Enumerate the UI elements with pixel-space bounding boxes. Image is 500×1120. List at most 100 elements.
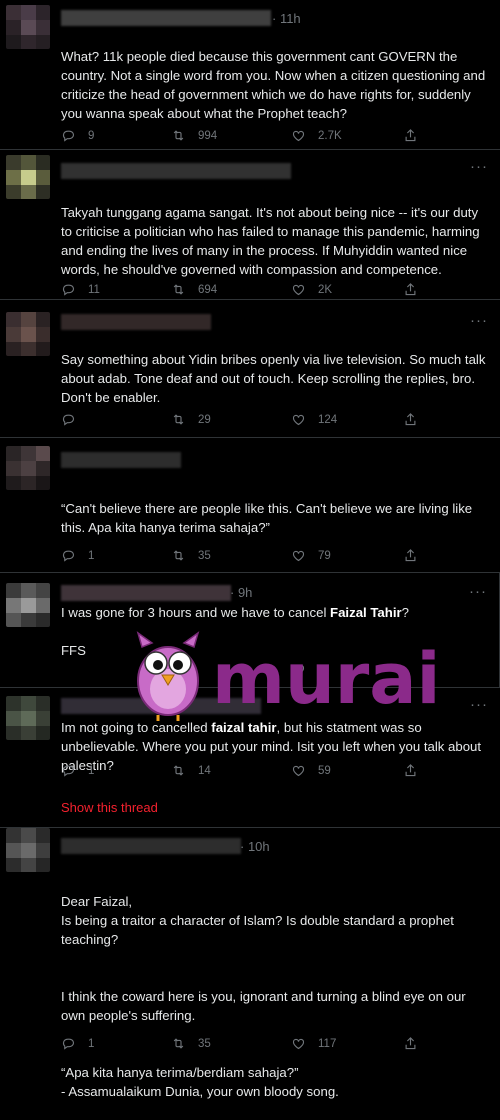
tweet-actions: 29 124 <box>61 412 441 430</box>
tweet-actions: 9 994 2.7K <box>61 128 441 146</box>
reply-button[interactable]: 9 <box>61 128 94 143</box>
retweet-icon <box>171 412 186 427</box>
avatar[interactable] <box>6 312 50 356</box>
like-icon <box>291 763 306 778</box>
like-button[interactable]: 59 <box>291 763 331 778</box>
retweet-icon <box>171 1036 186 1051</box>
author-name[interactable] <box>61 838 241 854</box>
show-thread-link[interactable]: Show this thread <box>61 800 158 815</box>
tweet-paragraph: I think the coward here is you, ignorant… <box>61 989 466 1023</box>
tweet[interactable]: · 10h Dear Faizal, Is being a traitor a … <box>0 828 500 1099</box>
retweet-button[interactable]: 694 <box>171 282 217 297</box>
like-button[interactable]: 124 <box>291 412 337 427</box>
like-button[interactable]: 2.7K <box>291 128 342 143</box>
like-button[interactable]: 117 <box>291 1036 336 1051</box>
tweet-time[interactable]: · 10h <box>240 839 270 854</box>
tweet-time[interactable]: · 11h <box>272 11 301 26</box>
mention-highlight: faizal tahir <box>211 720 277 735</box>
tweet-paragraph: Takyah tunggang agama sangat. It's not a… <box>61 205 480 277</box>
share-icon <box>403 128 418 143</box>
share-button[interactable] <box>403 128 430 143</box>
more-icon[interactable]: ··· <box>469 583 487 600</box>
more-icon[interactable]: ··· <box>470 158 488 175</box>
retweet-button[interactable]: 994 <box>171 128 217 143</box>
reply-icon <box>61 412 76 427</box>
reply-count: 9 <box>88 129 95 142</box>
tweet[interactable]: ··· Say something about Yidin bribes ope… <box>0 300 500 438</box>
retweet-count: 29 <box>198 413 211 426</box>
like-icon <box>291 548 306 563</box>
reply-icon <box>61 548 76 563</box>
share-icon <box>403 282 418 297</box>
like-button[interactable]: 2K <box>291 282 332 297</box>
tweet-text: “Can't believe there are people like thi… <box>61 499 491 537</box>
retweet-icon <box>171 128 186 143</box>
tweet-paragraph: “Apa kita hanya terima/berdiam sahaja?” … <box>61 1065 339 1099</box>
tweet-actions: 11 694 2K <box>61 282 441 300</box>
more-icon[interactable]: ··· <box>470 696 488 713</box>
reply-button[interactable]: 11 <box>61 282 100 297</box>
retweet-icon <box>171 282 186 297</box>
reply-button[interactable]: 1 <box>61 1036 94 1051</box>
like-count: 2K <box>318 283 333 296</box>
retweet-count: 994 <box>198 129 218 142</box>
avatar[interactable] <box>6 583 50 627</box>
author-name[interactable] <box>61 314 211 330</box>
share-button[interactable] <box>403 282 430 297</box>
tweet-text: Dear Faizal, Is being a traitor a charac… <box>61 873 491 1120</box>
share-button[interactable] <box>403 412 430 427</box>
author-name[interactable] <box>61 585 231 601</box>
more-icon[interactable]: ··· <box>470 312 488 329</box>
retweet-count: 14 <box>198 764 211 777</box>
murai-watermark-logo: murai <box>136 631 440 721</box>
like-button[interactable]: 79 <box>291 548 331 563</box>
reply-button[interactable]: 1 <box>61 548 94 563</box>
avatar[interactable] <box>6 696 50 740</box>
avatar[interactable] <box>6 828 50 872</box>
tweet-time[interactable]: · 9h <box>230 585 252 600</box>
retweet-button[interactable]: 35 <box>171 548 211 563</box>
tweet-text: Takyah tunggang agama sangat. It's not a… <box>61 203 491 279</box>
tweet-paragraph: Say something about Yidin bribes openly … <box>61 352 486 405</box>
tweet-text: What? 11k people died because this gover… <box>61 47 491 123</box>
share-button[interactable] <box>403 1036 430 1051</box>
retweet-button[interactable]: 14 <box>171 763 211 778</box>
like-icon <box>291 412 306 427</box>
reply-button[interactable] <box>61 412 88 427</box>
tweet-paragraph: What? 11k people died because this gover… <box>61 49 486 121</box>
share-icon <box>403 763 418 778</box>
tweet[interactable]: “Can't believe there are people like thi… <box>0 438 500 573</box>
like-icon <box>291 128 306 143</box>
retweet-count: 35 <box>198 549 211 562</box>
bird-icon <box>136 631 200 721</box>
reply-icon <box>61 1036 76 1051</box>
reply-button[interactable]: 1 <box>61 763 94 778</box>
retweet-button[interactable]: 29 <box>171 412 211 427</box>
like-count: 79 <box>318 549 331 562</box>
tweet[interactable]: · 11h What? 11k people died because this… <box>0 0 500 150</box>
author-name[interactable] <box>61 452 181 468</box>
like-icon <box>291 282 306 297</box>
share-icon <box>403 412 418 427</box>
avatar[interactable] <box>6 155 50 199</box>
retweet-button[interactable]: 35 <box>171 1036 211 1051</box>
reply-icon <box>61 763 76 778</box>
mention-highlight: Faizal Tahir <box>330 605 402 620</box>
like-count: 2.7K <box>318 129 342 142</box>
tweet-actions: 1 35 79 <box>61 548 441 566</box>
author-name[interactable] <box>61 10 271 26</box>
share-icon <box>403 1036 418 1051</box>
like-icon <box>291 1036 306 1051</box>
avatar[interactable] <box>6 5 50 49</box>
tweet-paragraph: I was gone for 3 hours and we have to ca… <box>61 605 409 620</box>
avatar[interactable] <box>6 446 50 490</box>
share-button[interactable] <box>403 763 430 778</box>
share-button[interactable] <box>403 548 430 563</box>
tweet-paragraph: Dear Faizal, Is being a traitor a charac… <box>61 894 454 947</box>
like-count: 59 <box>318 764 331 777</box>
reply-count: 1 <box>88 1037 95 1050</box>
author-name[interactable] <box>61 163 291 179</box>
tweet-actions: 1 14 59 <box>61 763 441 781</box>
tweet[interactable]: ··· Takyah tunggang agama sangat. It's n… <box>0 150 500 300</box>
like-count: 117 <box>318 1037 337 1050</box>
